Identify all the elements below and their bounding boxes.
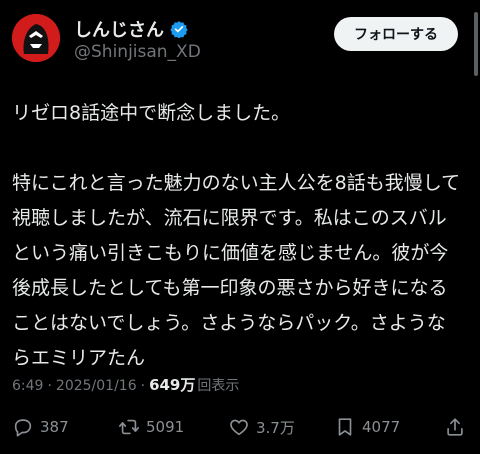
repost-icon xyxy=(119,419,139,435)
reply-icon xyxy=(14,419,32,437)
bookmark-button[interactable]: 4077 xyxy=(334,412,400,442)
bookmark-count: 4077 xyxy=(362,418,401,436)
avatar[interactable] xyxy=(12,14,60,62)
like-count: 3.7万 xyxy=(256,418,295,437)
avatar-image xyxy=(12,14,60,62)
meta-separator: · xyxy=(47,378,52,394)
share-icon xyxy=(447,418,463,436)
tweet-meta: 6:49 · 2025/01/16 · 649万 回表示 xyxy=(12,374,239,395)
tweet-time[interactable]: 6:49 xyxy=(12,378,43,394)
tweet-date[interactable]: 2025/01/16 xyxy=(56,378,137,394)
meta-separator-2: · xyxy=(140,378,146,394)
scrollbar[interactable] xyxy=(474,12,478,76)
view-count: 649万 xyxy=(149,376,196,394)
like-icon xyxy=(230,419,248,436)
repost-button[interactable]: 5091 xyxy=(118,412,184,442)
reply-button[interactable]: 387 xyxy=(12,412,69,442)
view-count-label: 回表示 xyxy=(197,378,240,394)
share-button[interactable] xyxy=(444,412,466,442)
repost-count: 5091 xyxy=(146,418,185,436)
like-button[interactable]: 3.7万 xyxy=(228,412,295,442)
tweet-text: リゼロ8話途中で断念しました。 特にこれと言った魅力のない主人公を8話も我慢して… xyxy=(12,102,461,369)
bookmark-icon xyxy=(338,418,352,436)
author-name[interactable]: しんじさん xyxy=(74,16,164,42)
tweet-actions: 387 5091 3.7万 4077 xyxy=(0,412,480,442)
verified-badge-icon xyxy=(170,21,188,38)
author-name-row: しんじさん xyxy=(74,16,188,42)
follow-button[interactable]: フォローする xyxy=(334,17,458,51)
author-handle[interactable]: @Shinjisan_XD xyxy=(74,42,201,62)
reply-count: 387 xyxy=(40,418,69,436)
